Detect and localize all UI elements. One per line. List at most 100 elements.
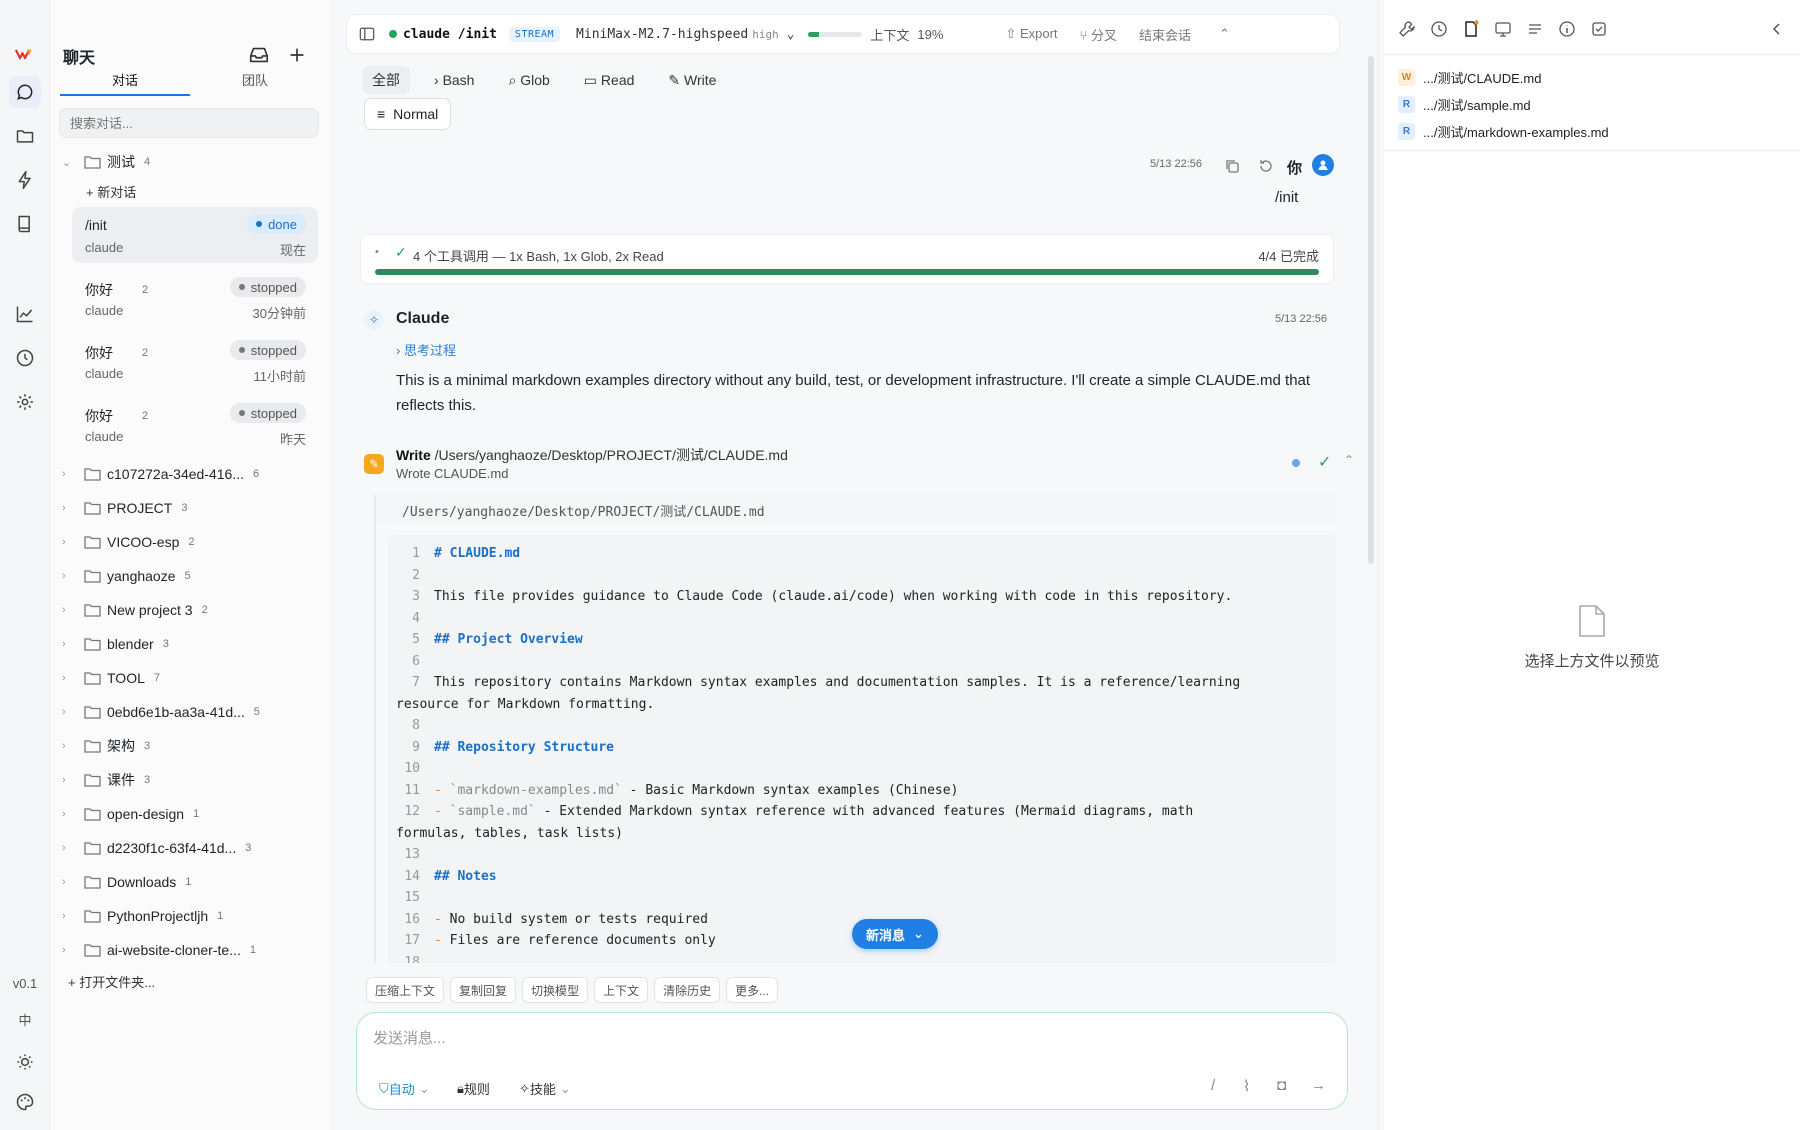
clock-icon[interactable] — [1430, 20, 1448, 38]
file-icon[interactable] — [1462, 20, 1480, 38]
folder-item[interactable]: › PROJECT 3 — [62, 496, 187, 520]
folder-item[interactable]: › New project 3 2 — [62, 598, 208, 622]
branch-button[interactable]: ⑂ 分叉 — [1080, 25, 1117, 44]
tool-calls-summary[interactable]: • ✓ 4 个工具调用 — 1x Bash, 1x Glob, 2x Read … — [360, 234, 1334, 284]
settings-nav-button[interactable] — [9, 386, 41, 418]
history-nav-button[interactable] — [9, 342, 41, 374]
new-conversation-button[interactable]: + 新对话 — [86, 182, 136, 201]
send-icon[interactable]: → — [1311, 1077, 1326, 1094]
skills-selector[interactable]: ✧ 技能 ⌄ — [519, 1079, 571, 1098]
filter-bash[interactable]: › Bash — [424, 68, 484, 92]
folder-group-test[interactable]: ⌄ 测试 4 — [62, 150, 150, 174]
quick-action-button[interactable]: 上下文 — [594, 977, 649, 1003]
chart-line-icon — [16, 306, 33, 323]
write-tool-header[interactable]: Write /Users/yanghaoze/Desktop/PROJECT/测… — [396, 445, 788, 465]
rules-button[interactable]: 🔒︎ 规则 — [457, 1079, 490, 1098]
conversation-item[interactable]: 你好 2 stopped claude 11小时前 — [72, 333, 318, 389]
folder-count: 3 — [162, 638, 169, 650]
slash-command-icon[interactable]: / — [1211, 1077, 1215, 1094]
retry-icon[interactable] — [1258, 158, 1274, 174]
folder-item[interactable]: › TOOL 7 — [62, 666, 160, 690]
folder-item[interactable]: › c107272a-34ed-416... 6 — [62, 462, 259, 486]
quick-action-button[interactable]: 更多... — [726, 977, 779, 1003]
export-button[interactable]: ⇧ Export — [1005, 26, 1057, 42]
chat-scrollbar[interactable] — [1368, 56, 1374, 564]
clock-icon — [16, 349, 34, 367]
folder-item[interactable]: › 课件 3 — [62, 768, 150, 792]
open-folder-button[interactable]: + 打开文件夹... — [68, 972, 155, 991]
folder-item[interactable]: › ai-website-cloner-te... 1 — [62, 938, 256, 962]
folder-item[interactable]: › 0ebd6e1b-aa3a-41d... 5 — [62, 700, 260, 724]
folder-item[interactable]: › VICOO-esp 2 — [62, 530, 194, 554]
folder-item[interactable]: › open-design 1 — [62, 802, 199, 826]
filter-glob[interactable]: ⌕ Glob — [498, 68, 559, 93]
new-message-button[interactable]: 新消息 ⌄ — [852, 919, 938, 949]
theme-toggle-button[interactable] — [9, 1046, 41, 1078]
code-line: 3 This file provides guidance to Claude C… — [388, 586, 1336, 608]
chevron-up-icon[interactable]: ⌃ — [1219, 26, 1230, 42]
docs-nav-button[interactable] — [9, 208, 41, 240]
camera-icon[interactable]: ◘ — [1277, 1077, 1286, 1094]
conversation-item[interactable]: /init done claude 现在 — [72, 207, 318, 263]
file-op-badge: R — [1398, 122, 1415, 140]
quick-action-button[interactable]: 复制回复 — [450, 977, 517, 1003]
thinking-toggle[interactable]: › 思考过程 — [396, 340, 456, 359]
palette-button[interactable] — [9, 1086, 41, 1118]
filter-all[interactable]: 全部 — [362, 66, 410, 94]
folder-name: yanghaoze — [107, 568, 176, 584]
conversation-item[interactable]: 你好 2 stopped claude 30分钟前 — [72, 270, 318, 326]
checkbox-icon[interactable] — [1590, 20, 1608, 38]
folder-icon — [84, 468, 101, 481]
divider — [1384, 54, 1800, 55]
folder-item[interactable]: › d2230f1c-63f4-41d... 3 — [62, 836, 251, 860]
code-line: 13 — [388, 844, 1336, 866]
assistant-name: Claude — [396, 310, 450, 327]
changed-file-item[interactable]: R .../测试/sample.md — [1398, 93, 1531, 115]
quick-action-button[interactable]: 切换模型 — [522, 977, 589, 1003]
conversation-item[interactable]: 你好 2 stopped claude 昨天 — [72, 396, 318, 452]
paperclip-icon[interactable]: ⌇ — [1243, 1077, 1250, 1095]
folder-icon — [84, 910, 101, 923]
changed-file-item[interactable]: W .../测试/CLAUDE.md — [1398, 66, 1541, 88]
filter-write[interactable]: ✎ Write — [658, 68, 726, 93]
files-nav-button[interactable] — [9, 120, 41, 152]
folder-name: open-design — [107, 806, 185, 822]
chevron-left-icon[interactable] — [1768, 20, 1786, 38]
copy-icon[interactable] — [1224, 158, 1240, 174]
chevron-up-icon[interactable]: ⌃ — [1344, 453, 1354, 467]
tool-calls-progress — [375, 269, 1319, 275]
list-icon[interactable] — [1526, 20, 1544, 38]
folder-item[interactable]: › 架构 3 — [62, 734, 150, 758]
tab-team[interactable]: 团队 — [190, 70, 320, 96]
folder-item[interactable]: › PythonProjectljh 1 — [62, 904, 223, 928]
changed-file-item[interactable]: R .../测试/markdown-examples.md — [1398, 120, 1609, 142]
message-input[interactable] — [373, 1027, 1313, 1053]
plus-icon[interactable] — [286, 44, 308, 66]
inbox-icon[interactable] — [248, 44, 270, 66]
tab-conversations[interactable]: 对话 — [60, 70, 190, 96]
auto-mode-selector[interactable]: ⛉ 自动 ⌄ — [379, 1079, 430, 1098]
wrench-icon[interactable] — [1398, 20, 1416, 38]
end-session-button[interactable]: 结束会话 — [1139, 25, 1191, 44]
search-input[interactable] — [59, 108, 319, 138]
mode-selector[interactable]: ≡ Normal — [364, 98, 452, 130]
chat-nav-button[interactable] — [9, 76, 41, 108]
inline-code: `sample.md` — [449, 804, 536, 819]
write-tool-result: Wrote CLAUDE.md — [396, 466, 509, 481]
model-selector[interactable]: MiniMax-M2.7-highspeed high ⌄ — [576, 27, 794, 42]
folder-item[interactable]: › yanghaoze 5 — [62, 564, 191, 588]
quick-action-button[interactable]: 压缩上下文 — [366, 977, 445, 1003]
status-badge: done — [247, 214, 306, 234]
quick-action-button[interactable]: 清除历史 — [654, 977, 721, 1003]
skills-nav-button[interactable] — [9, 164, 41, 196]
folder-item[interactable]: › Downloads 1 — [62, 870, 191, 894]
folder-item[interactable]: › blender 3 — [62, 632, 169, 656]
info-icon[interactable] — [1558, 20, 1576, 38]
stats-nav-button[interactable] — [9, 298, 41, 330]
language-toggle[interactable]: 中 — [0, 1010, 50, 1029]
code-line: 14 ## Notes — [388, 866, 1336, 888]
monitor-icon[interactable] — [1494, 20, 1512, 38]
filter-read[interactable]: ▭ Read — [574, 68, 645, 93]
export-label: Export — [1019, 26, 1058, 41]
sidebar-toggle-icon[interactable] — [359, 26, 375, 42]
